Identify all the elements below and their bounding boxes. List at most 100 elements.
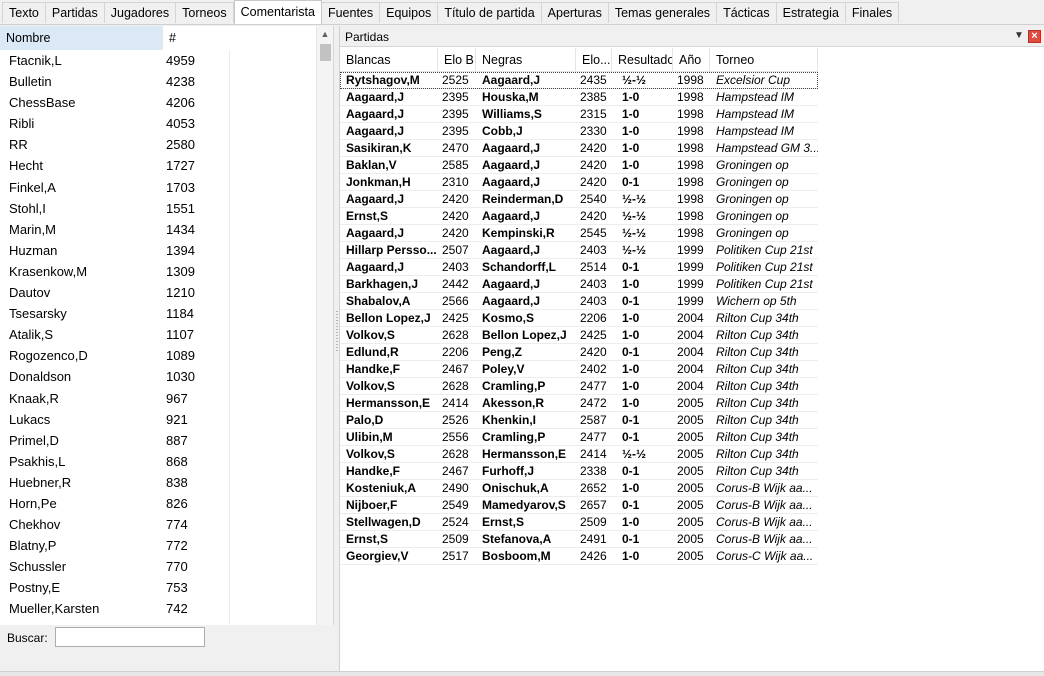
- table-row[interactable]: Nijboer,F 2549 Mamedyarov,S 2657 0-1 2005 Coru…: [340, 497, 818, 514]
- splitter-grip[interactable]: [336, 311, 338, 351]
- table-row[interactable]: Aagaard,J 2395 Houska,M 2385 1-0 1998 Hampstea…: [340, 89, 818, 106]
- list-item[interactable]: Tsesarsky 1184: [0, 303, 316, 324]
- table-row[interactable]: Georgiev,V 2517 Bosboom,M 2426 1-0 2005 Corus-…: [340, 548, 818, 565]
- column-header-elo-white[interactable]: Elo B: [438, 48, 476, 72]
- list-item[interactable]: Ftacnik,L 4959: [0, 50, 316, 71]
- table-row[interactable]: Handke,F 2467 Furhoff,J 2338 0-1 2005 Rilton C…: [340, 463, 818, 480]
- close-icon[interactable]: ×: [1028, 30, 1041, 43]
- table-row[interactable]: Shabalov,A 2566 Aagaard,J 2403 0-1 1999 Wicher…: [340, 293, 818, 310]
- column-header-name[interactable]: Nombre: [0, 26, 162, 50]
- list-item[interactable]: Krasenkow,M 1309: [0, 261, 316, 282]
- table-row[interactable]: Aagaard,J 2420 Reinderman,D 2540 ½-½ 1998 Gron…: [340, 191, 818, 208]
- list-item[interactable]: Huzman 1394: [0, 240, 316, 261]
- list-item[interactable]: Psakhis,L 868: [0, 451, 316, 472]
- list-item[interactable]: Bulletin 4238: [0, 71, 316, 92]
- tab-tacticas[interactable]: Tácticas: [717, 2, 777, 23]
- table-row[interactable]: Aagaard,J 2395 Cobb,J 2330 1-0 1998 Hampstead …: [340, 123, 818, 140]
- table-row[interactable]: Edlund,R 2206 Peng,Z 2420 0-1 2004 Rilton Cup …: [340, 344, 818, 361]
- cell-elo-white: 2467: [442, 362, 469, 376]
- list-item[interactable]: Huebner,R 838: [0, 472, 316, 493]
- list-item[interactable]: Postny,E 753: [0, 577, 316, 598]
- games-pane: Partidas ▼ × Blancas Elo B Negras Elo...…: [339, 26, 1044, 671]
- table-row[interactable]: Barkhagen,J 2442 Aagaard,J 2403 1-0 1999 Polit…: [340, 276, 818, 293]
- table-row[interactable]: Ernst,S 2509 Stefanova,A 2491 0-1 2005 Corus-B…: [340, 531, 818, 548]
- tab-aperturas[interactable]: Aperturas: [541, 2, 609, 23]
- list-item[interactable]: Primel,D 887: [0, 430, 316, 451]
- tab-jugadores[interactable]: Jugadores: [104, 2, 177, 23]
- cell-elo-black: 2403: [580, 277, 607, 291]
- list-item[interactable]: Rogozenco,D 1089: [0, 345, 316, 366]
- table-row[interactable]: Rytshagov,M 2525 Aagaard,J 2435 ½-½ 1998 Excel…: [340, 72, 818, 89]
- table-row[interactable]: Stellwagen,D 2524 Ernst,S 2509 1-0 2005 Corus-…: [340, 514, 818, 531]
- table-row[interactable]: Jonkman,H 2310 Aagaard,J 2420 0-1 1998 Groning…: [340, 174, 818, 191]
- search-bar: Buscar:: [0, 625, 334, 651]
- cell-elo-white: 2395: [442, 124, 469, 138]
- column-header-event[interactable]: Torneo: [710, 48, 818, 72]
- annotator-count: 770: [166, 559, 188, 575]
- table-row[interactable]: Ernst,S 2420 Aagaard,J 2420 ½-½ 1998 Groningen…: [340, 208, 818, 225]
- arrow-up-icon[interactable]: ▲: [317, 26, 333, 43]
- table-row[interactable]: Kosteniuk,A 2490 Onischuk,A 2652 1-0 2005 Coru…: [340, 480, 818, 497]
- column-header-count[interactable]: #: [162, 26, 230, 50]
- table-row[interactable]: Baklan,V 2585 Aagaard,J 2420 1-0 1998 Groninge…: [340, 157, 818, 174]
- column-header-result[interactable]: Resultado: [612, 48, 673, 72]
- table-row[interactable]: Volkov,S 2628 Bellon Lopez,J 2425 1-0 2004 Ril…: [340, 327, 818, 344]
- table-row[interactable]: Hermansson,E 2414 Akesson,R 2472 1-0 2005 Rilt…: [340, 395, 818, 412]
- list-item[interactable]: ChessBase 4206: [0, 92, 316, 113]
- list-item[interactable]: Finkel,A 1703: [0, 177, 316, 198]
- table-row[interactable]: Ulibin,M 2556 Cramling,P 2477 0-1 2005 Rilton …: [340, 429, 818, 446]
- list-item[interactable]: RR 2580: [0, 134, 316, 155]
- table-row[interactable]: Sasikiran,K 2470 Aagaard,J 2420 1-0 1998 Hamps…: [340, 140, 818, 157]
- scrollbar-thumb[interactable]: [320, 44, 331, 61]
- list-item[interactable]: Atalik,S 1107: [0, 324, 316, 345]
- cell-elo-black: 2425: [580, 328, 607, 342]
- list-item[interactable]: Dautov 1210: [0, 282, 316, 303]
- table-row[interactable]: Handke,F 2467 Poley,V 2402 1-0 2004 Rilton Cup…: [340, 361, 818, 378]
- table-row[interactable]: Hillarp Persso... 2507 Aagaard,J 2403 ½-½ 199…: [340, 242, 818, 259]
- table-row[interactable]: Aagaard,J 2420 Kempinski,R 2545 ½-½ 1998 Groni…: [340, 225, 818, 242]
- tab-texto[interactable]: Texto: [2, 2, 46, 23]
- table-row[interactable]: Aagaard,J 2395 Williams,S 2315 1-0 1998 Hampst…: [340, 106, 818, 123]
- tab-partidas[interactable]: Partidas: [45, 2, 105, 23]
- column-header-elo-black[interactable]: Elo...: [576, 48, 612, 72]
- column-header-black[interactable]: Negras: [476, 48, 576, 72]
- column-header-white[interactable]: Blancas: [340, 48, 438, 72]
- list-item[interactable]: Lukacs 921: [0, 409, 316, 430]
- cell-event: Groningen op: [716, 226, 789, 240]
- chevron-down-icon[interactable]: ▼: [1012, 29, 1026, 43]
- search-input[interactable]: [55, 627, 205, 647]
- tab-comentarista[interactable]: Comentarista: [233, 0, 322, 24]
- list-item[interactable]: Stohl,I 1551: [0, 198, 316, 219]
- tab-equipos[interactable]: Equipos: [380, 2, 439, 23]
- annotator-count: 1434: [166, 221, 195, 237]
- tab-fuentes[interactable]: Fuentes: [321, 2, 381, 23]
- tab-finales[interactable]: Finales: [845, 2, 900, 23]
- cell-black: Peng,Z: [482, 345, 523, 359]
- list-item[interactable]: Chekhov 774: [0, 514, 316, 535]
- table-row[interactable]: Volkov,S 2628 Cramling,P 2477 1-0 2004 Rilton …: [340, 378, 818, 395]
- table-row[interactable]: Aagaard,J 2403 Schandorff,L 2514 0-1 1999 Poli…: [340, 259, 818, 276]
- table-row[interactable]: Bellon Lopez,J 2425 Kosmo,S 2206 1-0 2004 Rilt…: [340, 310, 818, 327]
- tab-torneos[interactable]: Torneos: [176, 2, 234, 23]
- list-item[interactable]: Hecht 1727: [0, 155, 316, 176]
- list-item[interactable]: Donaldson 1030: [0, 366, 316, 387]
- annotator-count: 2580: [166, 137, 195, 153]
- table-row[interactable]: Palo,D 2526 Khenkin,I 2587 0-1 2005 Rilton Cup…: [340, 412, 818, 429]
- column-header-year[interactable]: Año: [673, 48, 710, 72]
- cell-year: 2005: [677, 549, 704, 563]
- list-item[interactable]: Marin,M 1434: [0, 219, 316, 240]
- list-item[interactable]: Horn,Pe 826: [0, 493, 316, 514]
- tab-temas-generales[interactable]: Temas generales: [608, 2, 718, 23]
- vertical-scrollbar[interactable]: ▲ ▼: [316, 26, 333, 646]
- tab-estrategia[interactable]: Estrategia: [776, 2, 846, 23]
- list-item[interactable]: Blatny,P 772: [0, 535, 316, 556]
- cell-elo-black: 2491: [580, 532, 607, 546]
- list-item[interactable]: Ribli 4053: [0, 113, 316, 134]
- cell-elo-black: 2403: [580, 243, 607, 257]
- list-item[interactable]: Mueller,Karsten 742: [0, 598, 316, 619]
- cell-year: 1999: [677, 294, 704, 308]
- list-item[interactable]: Schussler 770: [0, 556, 316, 577]
- list-item[interactable]: Knaak,R 967: [0, 388, 316, 409]
- tab-titulo-de-partida[interactable]: Título de partida: [438, 2, 542, 23]
- table-row[interactable]: Volkov,S 2628 Hermansson,E 2414 ½-½ 2005 Rilto…: [340, 446, 818, 463]
